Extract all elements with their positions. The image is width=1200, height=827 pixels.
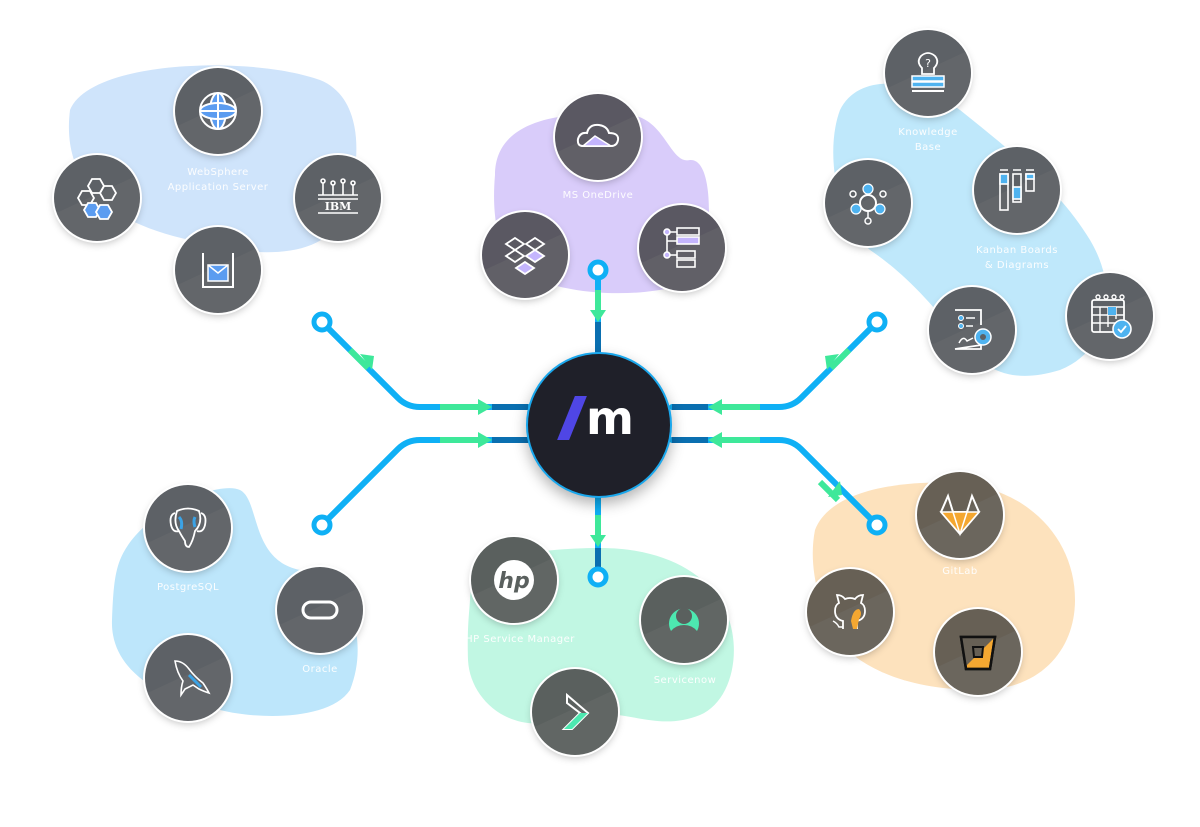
- servicenow-icon: [669, 608, 699, 631]
- svg-text:hp: hp: [498, 569, 529, 594]
- node-integration-hub[interactable]: [825, 160, 911, 246]
- label-knowledge-base: Knowledge Base: [898, 125, 957, 155]
- label-gitlab: GitLab: [942, 566, 978, 577]
- node-kanban[interactable]: [974, 147, 1060, 233]
- label-oracle: Oracle: [302, 664, 338, 675]
- endpoint-top[interactable]: [587, 259, 609, 281]
- label-line: Base: [914, 142, 942, 153]
- integration-diagram: m IBM WebSphere Application Server MS On…: [0, 0, 1200, 827]
- label-postgresql: PostgreSQL: [156, 582, 220, 593]
- cloud-icon: [576, 123, 620, 147]
- endpoint-top-right[interactable]: [866, 311, 888, 333]
- node-websphere[interactable]: [175, 68, 261, 154]
- connector-top-right: [669, 319, 880, 410]
- node-ibm[interactable]: IBM: [295, 155, 381, 241]
- octocat-icon: [832, 594, 866, 629]
- label-line: WebSphere: [187, 167, 249, 178]
- svg-text:?: ?: [925, 57, 931, 70]
- node-knowledge-base[interactable]: ?: [885, 30, 971, 116]
- hub-logo-node[interactable]: m: [526, 352, 672, 498]
- tree-icon: [663, 227, 700, 268]
- node-postgresql[interactable]: [145, 485, 231, 571]
- node-hp[interactable]: hp: [471, 537, 557, 623]
- label-onedrive: MS OneDrive: [562, 190, 634, 201]
- label-websphere: WebSphere Application Server: [168, 165, 269, 195]
- node-document-settings[interactable]: [929, 287, 1015, 373]
- ibm-icon: IBM: [318, 178, 358, 214]
- label-kanban: Kanban Boards & Diagrams: [976, 243, 1058, 273]
- kanban-icon: [999, 169, 1035, 211]
- node-hierarchy[interactable]: [639, 205, 725, 291]
- node-bitbucket[interactable]: [935, 609, 1021, 695]
- hub-logo: m: [557, 391, 642, 454]
- node-calendar[interactable]: [1067, 273, 1153, 359]
- gear-network-icon: [849, 183, 887, 225]
- fox-icon: [939, 493, 981, 537]
- node-github[interactable]: [807, 569, 893, 655]
- connector-bottom-left: [319, 437, 531, 528]
- node-bmc[interactable]: [532, 669, 618, 755]
- hexagon-cluster-icon: [76, 178, 118, 220]
- logo-letter: m: [586, 391, 634, 445]
- endpoint-bottom-left[interactable]: [311, 514, 333, 536]
- node-gitlab[interactable]: [917, 472, 1003, 558]
- lightbulb-books-icon: ?: [911, 52, 945, 92]
- logo-slash-mark: [557, 396, 587, 440]
- connector-top-left: [319, 319, 531, 410]
- arrow-icon: [478, 432, 492, 448]
- globe-icon: [199, 92, 237, 130]
- oracle-icon: [301, 600, 339, 620]
- label-servicenow: Servicenow: [653, 675, 717, 686]
- node-oracle[interactable]: [277, 567, 363, 653]
- endpoint-bottom[interactable]: [587, 566, 609, 588]
- document-gear-icon: [954, 309, 992, 350]
- arrow-icon: [708, 399, 722, 415]
- dropbox-icon: [504, 236, 546, 276]
- elephant-icon: [169, 507, 207, 548]
- chevron-logo-icon: [561, 692, 590, 730]
- hp-icon: hp: [494, 560, 534, 600]
- dolphin-icon: [174, 660, 211, 698]
- node-hexagon-network[interactable]: [54, 155, 140, 241]
- node-onedrive[interactable]: [555, 94, 641, 180]
- svg-text:IBM: IBM: [325, 200, 352, 213]
- node-message-queue[interactable]: [175, 227, 261, 313]
- arrow-icon: [708, 432, 722, 448]
- node-dropbox[interactable]: [482, 212, 568, 298]
- label-line: & Diagrams: [984, 260, 1050, 271]
- bucket-icon: [959, 635, 997, 671]
- node-servicenow[interactable]: [641, 577, 727, 663]
- label-hp-service-manager: HP Service Manager: [465, 634, 575, 645]
- endpoint-bottom-right[interactable]: [866, 514, 888, 536]
- label-line: Kanban Boards: [976, 245, 1058, 256]
- node-mysql[interactable]: [145, 635, 231, 721]
- arrow-icon: [590, 535, 606, 547]
- arrow-icon: [478, 399, 492, 415]
- label-line: Knowledge: [898, 127, 958, 138]
- calendar-check-icon: [1091, 294, 1132, 339]
- endpoint-top-left[interactable]: [311, 311, 333, 333]
- arrow-icon: [590, 310, 606, 322]
- label-line: Application Server: [167, 182, 269, 193]
- inbox-icon: [202, 253, 234, 288]
